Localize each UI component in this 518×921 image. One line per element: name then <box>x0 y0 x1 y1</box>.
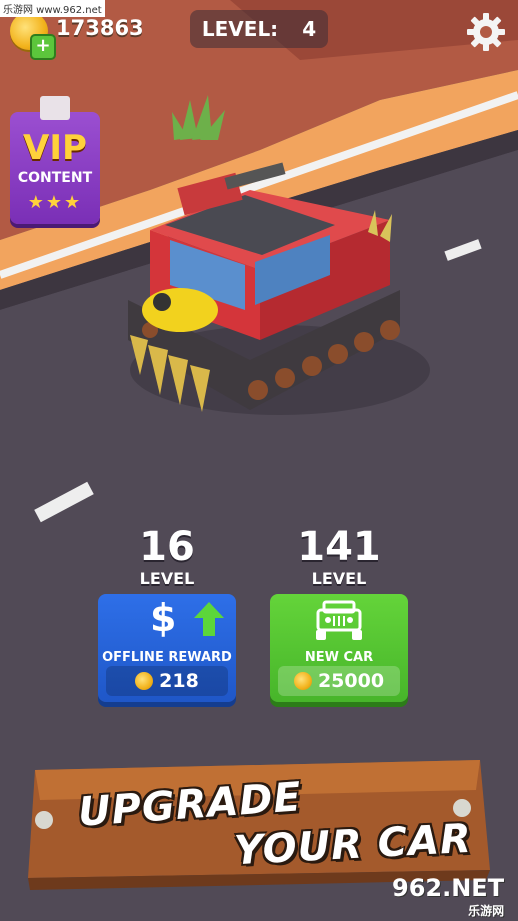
offline-reward-price-value: 218 <box>159 670 199 692</box>
coin-icon <box>293 672 312 690</box>
jeep-icon <box>316 600 362 640</box>
newcar-level-number: 141 <box>297 524 381 570</box>
offline-reward-button[interactable]: $ OFFLINE REWARD 218 <box>98 594 236 702</box>
vip-subtitle: CONTENT <box>17 170 93 186</box>
offline-level-label: LEVEL <box>139 569 195 588</box>
offline-reward-price: 218 <box>106 666 228 696</box>
coin-icon <box>135 672 154 690</box>
offline-level-number: 16 <box>139 524 195 570</box>
level-indicator: LEVEL: 4 <box>190 10 328 48</box>
newcar-level-label: LEVEL <box>311 569 367 588</box>
level-value: 4 <box>302 17 317 41</box>
watermark-brand-sub: 乐游网 <box>468 904 505 918</box>
add-currency-button[interactable]: + <box>30 34 56 60</box>
arrow-up-icon <box>194 602 224 636</box>
vip-stars: ★★★ <box>27 192 83 213</box>
new-car-price: 25000 <box>278 666 400 696</box>
watermark-top: 乐游网 www.962.net <box>0 0 105 17</box>
new-car-button[interactable]: NEW CAR 25000 <box>270 594 408 702</box>
offline-reward-caption: OFFLINE REWARD <box>102 650 232 665</box>
level-label: LEVEL: <box>201 17 279 41</box>
currency-amount: 173863 <box>56 16 144 40</box>
watermark-brand: 962.NET 乐游网 <box>392 874 504 919</box>
watermark-brand-text: 962.NET <box>392 874 505 902</box>
vip-title: VIP <box>23 128 87 168</box>
new-car-price-value: 25000 <box>317 670 385 692</box>
dollar-icon: $ <box>150 596 177 640</box>
vip-content-button[interactable]: VIP CONTENT ★★★ <box>10 112 100 224</box>
gear-icon[interactable] <box>466 12 506 52</box>
vip-tag <box>40 96 70 120</box>
new-car-caption: NEW CAR <box>304 650 374 665</box>
dollar-arrow-icon: $ <box>98 594 236 648</box>
